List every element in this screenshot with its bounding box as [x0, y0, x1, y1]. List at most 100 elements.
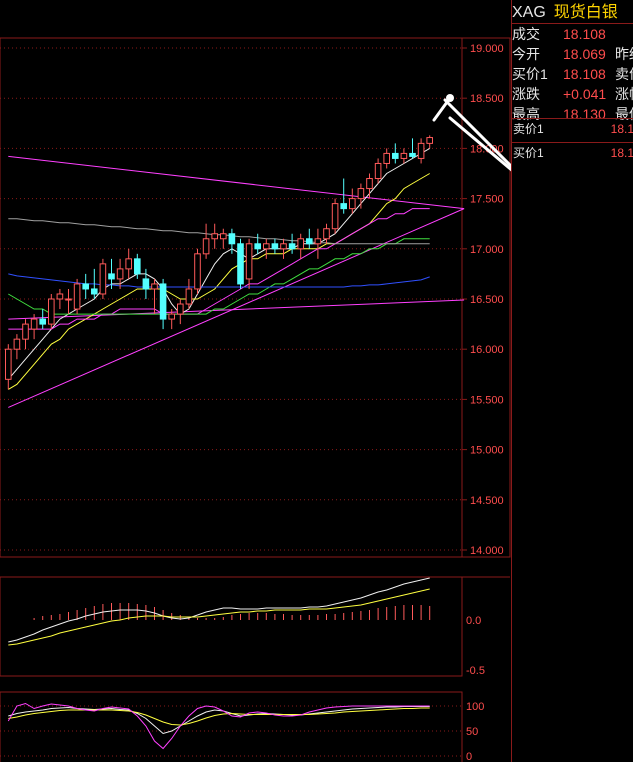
candle	[331, 198, 339, 234]
candle	[202, 223, 210, 259]
candle-body	[374, 162, 382, 180]
candle-body	[263, 243, 270, 250]
candle-body	[297, 238, 304, 250]
candle-body	[409, 152, 416, 157]
candle-body	[349, 198, 356, 210]
candle-body	[220, 233, 227, 240]
candle	[340, 178, 347, 214]
moving-average-ma60	[8, 218, 430, 245]
candle	[306, 228, 313, 249]
candle	[383, 148, 390, 169]
quote-value: 18.108	[563, 26, 606, 42]
price-tick-label: 19.000	[470, 43, 504, 55]
candle	[159, 278, 167, 330]
candle-body	[228, 233, 236, 245]
book-value: 18.1	[610, 122, 633, 136]
candle-body	[108, 273, 115, 280]
candle-body	[116, 268, 124, 280]
candle-body	[237, 243, 244, 285]
candle	[245, 238, 253, 289]
candle-body	[73, 283, 81, 310]
macd-tick-label: -0.5	[466, 665, 485, 677]
candle	[263, 238, 270, 259]
candle	[254, 233, 261, 254]
candle	[400, 148, 408, 164]
quote-value: +0.041	[563, 86, 607, 102]
candle	[392, 143, 399, 164]
book-label: 买价1	[513, 146, 544, 160]
candle	[297, 233, 304, 259]
candle-body	[177, 303, 184, 315]
symbol-code: XAG	[512, 4, 546, 21]
quote-extra-label: 涨幅	[615, 86, 633, 102]
candle	[417, 138, 425, 164]
candle-body	[5, 348, 12, 380]
oscillator-tick-label: 0	[466, 751, 472, 762]
oscillator-tick-label: 100	[466, 701, 484, 713]
candle	[194, 248, 201, 294]
oscillator-panel: 100 50 0	[0, 691, 484, 762]
candle-body	[65, 298, 72, 301]
candle-body	[383, 152, 390, 164]
moving-average-ma120	[8, 273, 430, 288]
candle	[314, 228, 322, 259]
quote-label: 今开	[512, 46, 540, 62]
candle-body	[125, 258, 132, 270]
candle-body	[22, 323, 29, 340]
candle-body	[392, 152, 399, 159]
candle	[13, 334, 21, 360]
candle-body	[426, 137, 433, 144]
order-book-bid[interactable]: 买价1 18.1	[512, 143, 633, 163]
main-price-axis: 19.00018.50018.00017.50017.00016.50016.0…	[462, 43, 504, 557]
candle-body	[56, 293, 64, 300]
quote-value: 18.108	[563, 66, 606, 82]
candle-body	[185, 288, 193, 305]
candle	[65, 288, 72, 315]
candle-body	[30, 318, 38, 330]
candle-body	[39, 318, 46, 325]
candle	[22, 319, 29, 350]
quote-label: 涨跌	[512, 86, 540, 102]
candle-body	[151, 283, 158, 290]
candle	[349, 188, 356, 214]
price-tick-label: 14.000	[470, 545, 504, 557]
candle	[426, 135, 433, 149]
candle-body	[91, 288, 98, 295]
trend-line	[8, 155, 465, 210]
book-value: 18.1	[610, 146, 633, 160]
quote-extra-label: 昨结	[615, 46, 633, 62]
candle-body	[366, 178, 373, 190]
candle	[82, 273, 89, 299]
candle-body	[288, 243, 296, 250]
candle-body	[417, 142, 425, 159]
price-tick-label: 15.500	[470, 394, 504, 406]
moving-average-ma10	[8, 173, 430, 390]
candle	[323, 223, 330, 244]
candle-body	[323, 228, 330, 240]
candle-body	[340, 203, 347, 210]
candle	[39, 309, 46, 330]
moving-average-ma30	[8, 238, 430, 315]
order-book-ask[interactable]: 卖价1 18.1	[512, 119, 633, 139]
main-chart[interactable]	[5, 135, 465, 408]
candle-body	[400, 152, 408, 159]
candle-body	[48, 298, 55, 325]
quote-label: 买价1	[512, 66, 548, 82]
book-label: 卖价1	[513, 122, 544, 136]
candle-body	[202, 238, 210, 255]
candle-body	[357, 188, 365, 200]
oscillator-tick-label: 50	[466, 726, 478, 738]
candle	[142, 268, 150, 299]
candle	[366, 173, 373, 199]
candle	[271, 238, 279, 254]
quote-panel: XAG 现货白银 成交 18.108 今开 18.069 昨结 买价1 18.10…	[511, 0, 633, 762]
price-tick-label: 15.000	[470, 445, 504, 457]
macd-panel: 0.0 -0.5	[0, 576, 510, 677]
price-tick-label: 18.500	[470, 93, 504, 105]
macd-dea-line	[8, 588, 430, 646]
annotation-arrowhead	[446, 94, 454, 102]
instrument-name: 现货白银	[553, 4, 618, 21]
candle	[409, 138, 416, 159]
candle	[211, 223, 218, 249]
macd-dif-line	[8, 577, 430, 643]
